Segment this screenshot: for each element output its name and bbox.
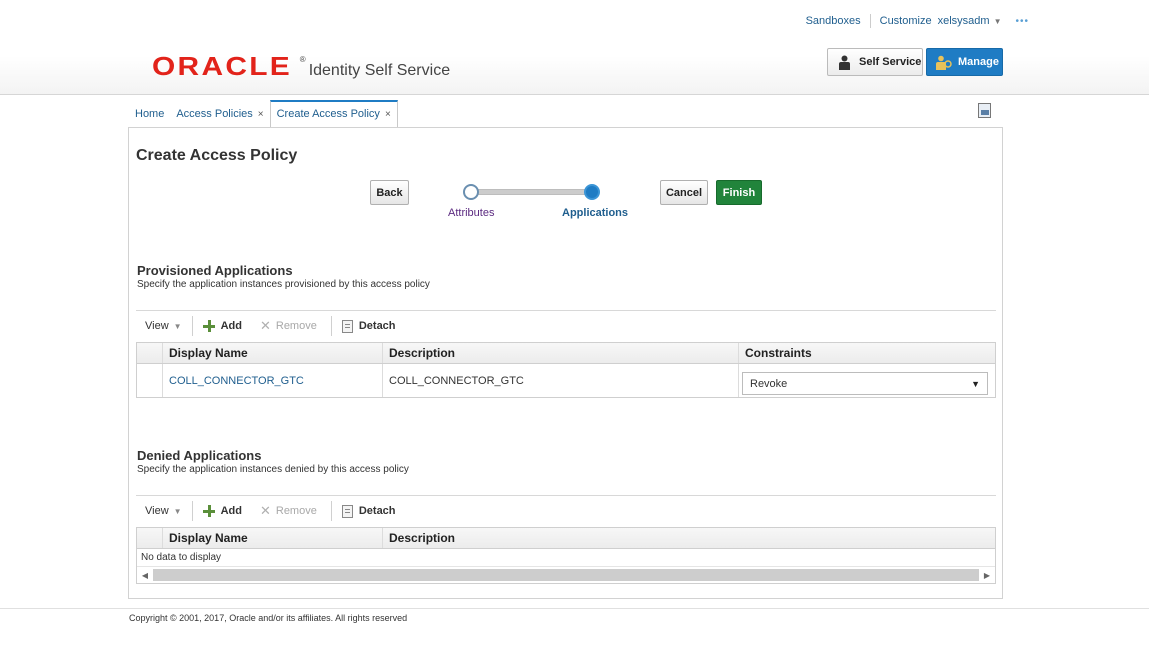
tab-bar: Home Access Policies × Create Access Pol… (129, 99, 398, 127)
copyright-text: Copyright © 2001, 2017, Oracle and/or it… (129, 613, 408, 623)
tab-access-policies[interactable]: Access Policies × (170, 108, 269, 127)
remove-icon: ✕ (259, 503, 271, 518)
scroll-thumb[interactable] (153, 569, 979, 581)
manage-label: Manage (958, 56, 999, 68)
table-header: Display Name Description Constraints (137, 343, 995, 364)
divider (330, 501, 332, 521)
train-label-attributes[interactable]: Attributes (448, 207, 494, 219)
provisioned-title: Provisioned Applications (137, 263, 293, 278)
detach-icon (341, 319, 353, 333)
column-display-name[interactable]: Display Name (163, 528, 383, 548)
detach-label: Detach (358, 505, 396, 517)
tab-label: Access Policies (176, 108, 253, 120)
row-selector-header (137, 343, 163, 363)
manage-button[interactable]: Manage (926, 48, 1003, 76)
row-selector-header (137, 528, 163, 548)
back-button[interactable]: Back (370, 180, 409, 205)
remove-button: ✕ Remove (260, 503, 317, 519)
divider (869, 14, 871, 28)
divider (330, 316, 332, 336)
tab-label: Create Access Policy (276, 108, 380, 120)
footer-divider (0, 608, 1149, 609)
remove-label: Remove (275, 320, 317, 332)
remove-icon: ✕ (259, 318, 271, 333)
product-name: Identity Self Service (308, 62, 451, 79)
close-icon[interactable]: × (258, 109, 264, 120)
table-header: Display Name Description (137, 528, 995, 549)
denied-table: Display Name Description No data to disp… (136, 527, 996, 584)
self-service-button[interactable]: Self Service (827, 48, 923, 76)
cancel-button[interactable]: Cancel (660, 180, 708, 205)
scroll-left-icon[interactable]: ◀ (137, 571, 153, 580)
view-menu[interactable]: View ▼ (145, 320, 182, 332)
detach-button[interactable]: Detach (341, 319, 396, 333)
close-icon[interactable]: × (385, 109, 391, 120)
page-title: Create Access Policy (136, 147, 298, 164)
column-constraints[interactable]: Constraints (739, 343, 995, 363)
detach-label: Detach (358, 320, 396, 332)
add-button[interactable]: Add (202, 505, 242, 517)
divider (191, 316, 193, 336)
detach-icon (341, 504, 353, 518)
chevron-down-icon: ▼ (173, 506, 182, 516)
column-display-name[interactable]: Display Name (163, 343, 383, 363)
header-bar: Sandboxes Customize xelsysadm ▼ ••• ORAC… (0, 0, 1149, 95)
train-progress-line (470, 189, 593, 195)
provisioned-toolbar: View ▼ Add ✕ Remove Detach (136, 310, 996, 341)
tab-label: Home (135, 108, 165, 120)
description-cell: COLL_CONNECTOR_GTC (383, 364, 739, 397)
constraint-value: Revoke (750, 377, 788, 390)
view-label: View (145, 505, 169, 517)
add-button[interactable]: Add (202, 320, 242, 332)
self-service-label: Self Service (859, 56, 922, 68)
constraint-select[interactable]: Revoke ▼ (742, 372, 988, 395)
remove-label: Remove (275, 505, 317, 517)
remove-button: ✕ Remove (260, 318, 317, 334)
logo-wordmark: ORACLE (152, 51, 293, 81)
provisioned-desc: Specify the application instances provis… (137, 279, 430, 290)
print-icon[interactable] (978, 103, 991, 118)
tab-create-access-policy[interactable]: Create Access Policy × (269, 100, 398, 127)
sandboxes-link[interactable]: Sandboxes (806, 15, 861, 27)
oracle-logo: ORACLE ® Identity Self Service (152, 51, 450, 82)
denied-title: Denied Applications (137, 448, 262, 463)
user-name: xelsysadm (937, 15, 990, 27)
logo-registered: ® (299, 55, 306, 64)
denied-desc: Specify the application instances denied… (137, 464, 409, 475)
tab-home[interactable]: Home (129, 108, 170, 127)
scroll-right-icon[interactable]: ▶ (979, 571, 995, 580)
customize-link[interactable]: Customize (880, 15, 932, 27)
empty-message: No data to display (137, 549, 995, 567)
divider (191, 501, 193, 521)
display-name-link[interactable]: COLL_CONNECTOR_GTC (163, 364, 383, 397)
train-stop-attributes[interactable] (463, 184, 479, 200)
train-stop-applications (584, 184, 600, 200)
train-label-applications: Applications (562, 207, 629, 219)
row-selector[interactable] (137, 364, 163, 397)
add-label: Add (220, 320, 242, 332)
chevron-down-icon: ▼ (993, 16, 1002, 26)
add-label: Add (220, 505, 242, 517)
user-menu[interactable]: xelsysadm ▼ (938, 15, 1002, 27)
manage-users-icon (936, 55, 952, 70)
view-menu[interactable]: View ▼ (145, 505, 182, 517)
column-description[interactable]: Description (383, 343, 739, 363)
chevron-down-icon: ▼ (173, 321, 182, 331)
view-label: View (145, 320, 169, 332)
denied-toolbar: View ▼ Add ✕ Remove Detach (136, 495, 996, 526)
more-menu-icon[interactable]: ••• (1015, 16, 1029, 27)
finish-button[interactable]: Finish (716, 180, 762, 205)
person-icon (838, 55, 851, 70)
dropdown-arrow-icon: ▼ (971, 378, 980, 389)
global-links: Sandboxes Customize xelsysadm ▼ ••• (806, 14, 1029, 28)
horizontal-scrollbar[interactable]: ◀ ▶ (137, 567, 995, 583)
plus-icon (202, 320, 215, 332)
plus-icon (202, 505, 215, 517)
detach-button[interactable]: Detach (341, 504, 396, 518)
column-description[interactable]: Description (383, 528, 995, 548)
